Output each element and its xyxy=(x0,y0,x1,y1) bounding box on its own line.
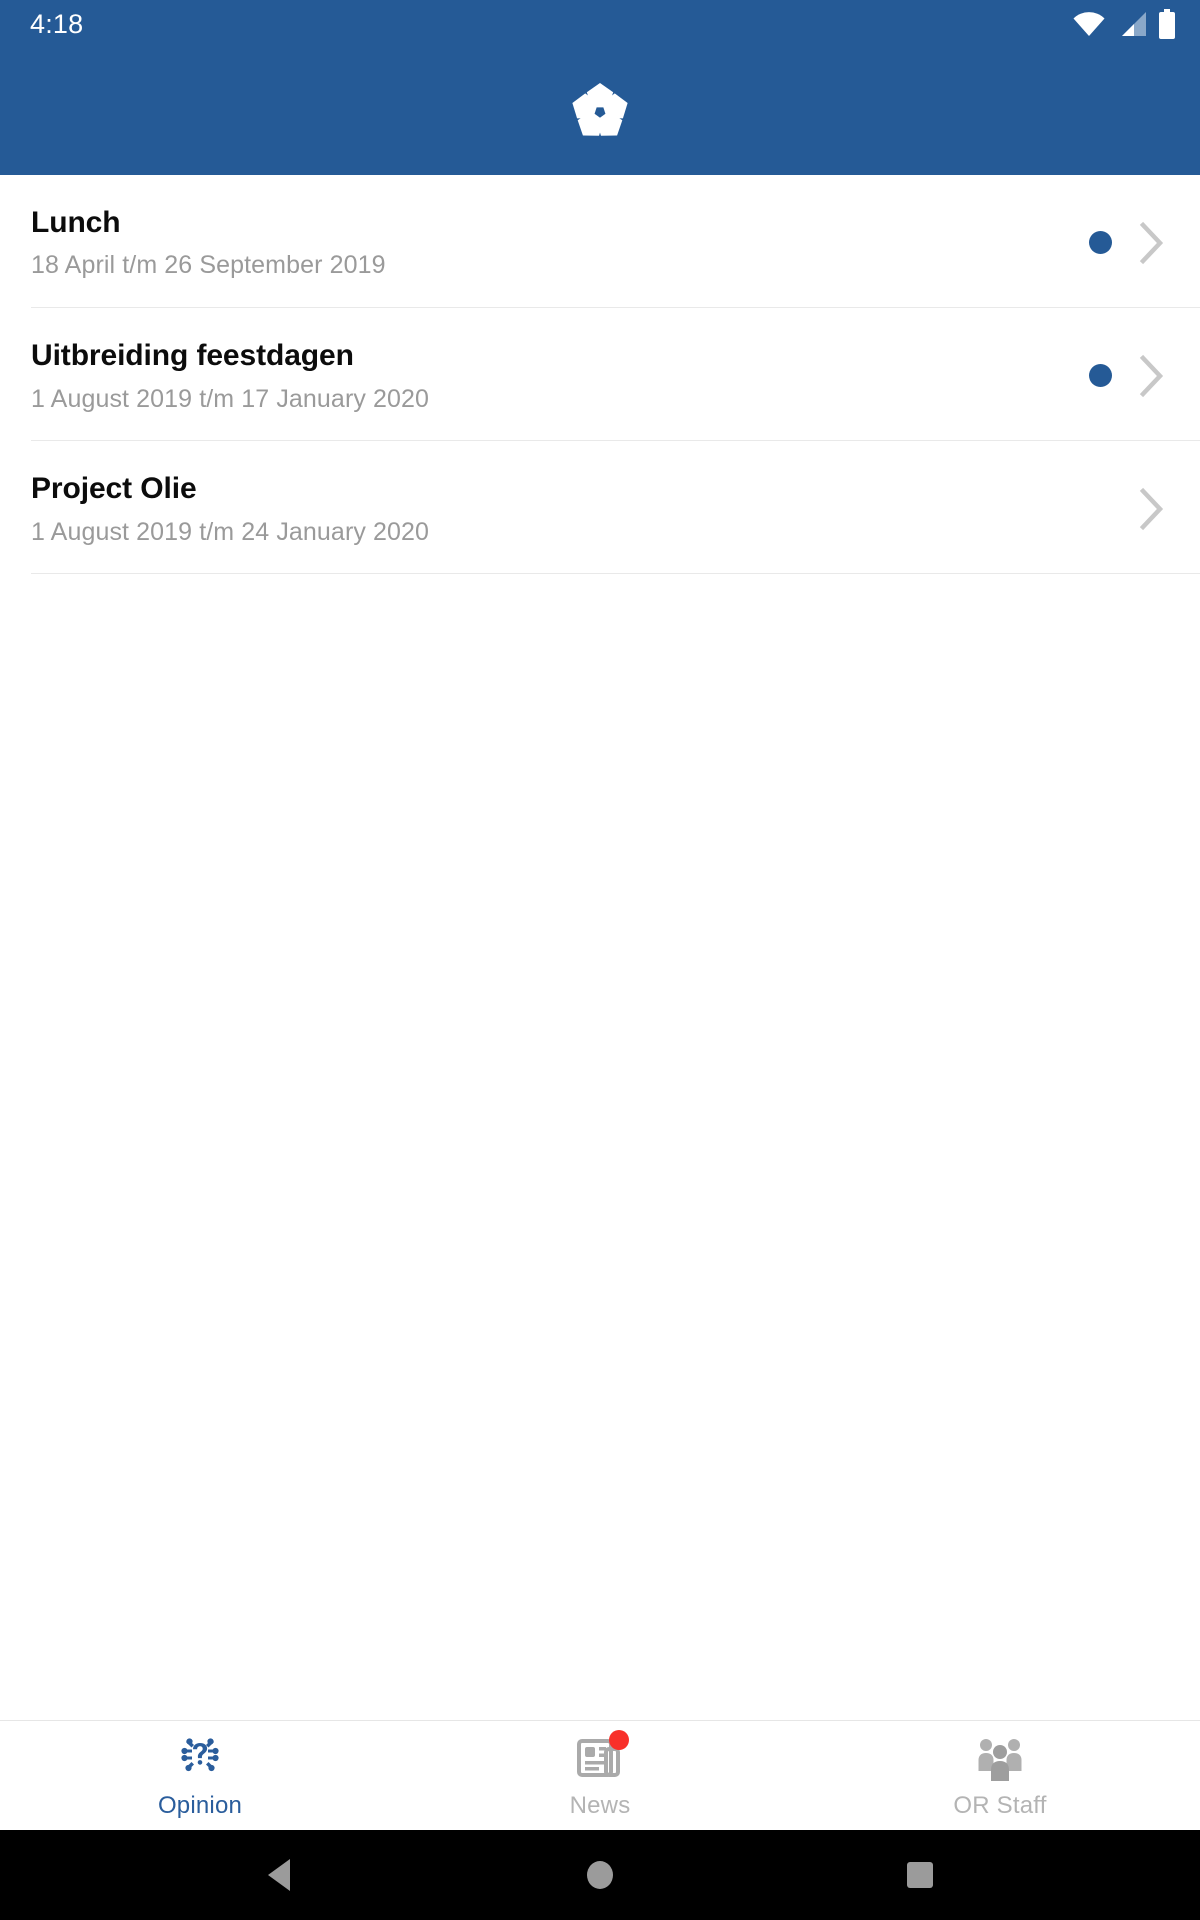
list-item[interactable]: Uitbreiding feestdagen 1 August 2019 t/m… xyxy=(0,308,1200,442)
list-item-title: Uitbreiding feestdagen xyxy=(31,339,354,373)
status-bar-clock: 4:18 xyxy=(30,8,84,39)
wifi-icon xyxy=(1072,11,1106,37)
status-bar: 4:18 xyxy=(0,0,1200,48)
list-item-meta xyxy=(1089,221,1170,265)
list-item-date-range: 1 August 2019 t/m 24 January 2020 xyxy=(31,517,430,546)
tab-opinion-label: Opinion xyxy=(157,1791,243,1819)
app-header xyxy=(0,48,1200,175)
recents-button[interactable] xyxy=(890,1845,950,1905)
chevron-right-icon[interactable] xyxy=(1138,221,1166,265)
home-button[interactable] xyxy=(570,1845,630,1905)
list-item-title: Lunch xyxy=(31,206,121,239)
list-item[interactable]: Lunch 18 April t/m 26 September 2019 xyxy=(0,175,1200,309)
news-notification-badge xyxy=(609,1729,629,1750)
opinion-list: Lunch 18 April t/m 26 September 2019 Uit… xyxy=(0,175,1200,1720)
tab-or-staff[interactable]: OR Staff xyxy=(800,1721,1200,1830)
triangle-back-icon xyxy=(262,1855,298,1895)
app-logo-pinwheel-icon xyxy=(567,79,633,145)
newspaper-icon xyxy=(573,1729,629,1784)
circle-home-icon xyxy=(582,1855,618,1895)
android-navigation-bar xyxy=(0,1830,1200,1920)
bottom-tab-bar: Opinion News OR Staff xyxy=(0,1720,1200,1830)
tab-news[interactable]: News xyxy=(400,1721,800,1830)
list-item-meta xyxy=(1089,354,1170,398)
app-screen: 4:18 Lunch 18 April t/m 26 September 201… xyxy=(0,0,1200,1920)
back-button[interactable] xyxy=(250,1845,310,1905)
list-item[interactable]: Project Olie 1 August 2019 t/m 24 Januar… xyxy=(0,441,1200,575)
status-bar-icons xyxy=(1072,9,1176,39)
question-opinion-icon xyxy=(173,1732,227,1784)
square-recents-icon xyxy=(902,1855,938,1895)
list-item-text: Project Olie 1 August 2019 t/m 24 Januar… xyxy=(31,471,1089,546)
tab-opinion[interactable]: Opinion xyxy=(0,1721,400,1830)
chevron-right-icon[interactable] xyxy=(1138,487,1166,531)
chevron-right-icon[interactable] xyxy=(1138,354,1166,398)
cellular-signal-icon xyxy=(1117,11,1147,37)
list-item-date-range: 1 August 2019 t/m 17 January 2020 xyxy=(31,384,430,413)
list-item-text: Uitbreiding feestdagen 1 August 2019 t/m… xyxy=(31,338,1089,413)
unread-indicator-dot xyxy=(1089,231,1112,255)
list-item-date-range: 18 April t/m 26 September 2019 xyxy=(31,251,386,280)
list-item-title: Project Olie xyxy=(31,472,197,506)
list-item-text: Lunch 18 April t/m 26 September 2019 xyxy=(31,205,1089,280)
tab-or-staff-label: OR Staff xyxy=(953,1791,1047,1819)
unread-indicator-dot xyxy=(1089,364,1112,388)
list-item-meta xyxy=(1089,487,1170,531)
people-group-icon xyxy=(973,1732,1027,1784)
battery-icon xyxy=(1158,9,1176,39)
tab-news-label: News xyxy=(569,1791,631,1819)
